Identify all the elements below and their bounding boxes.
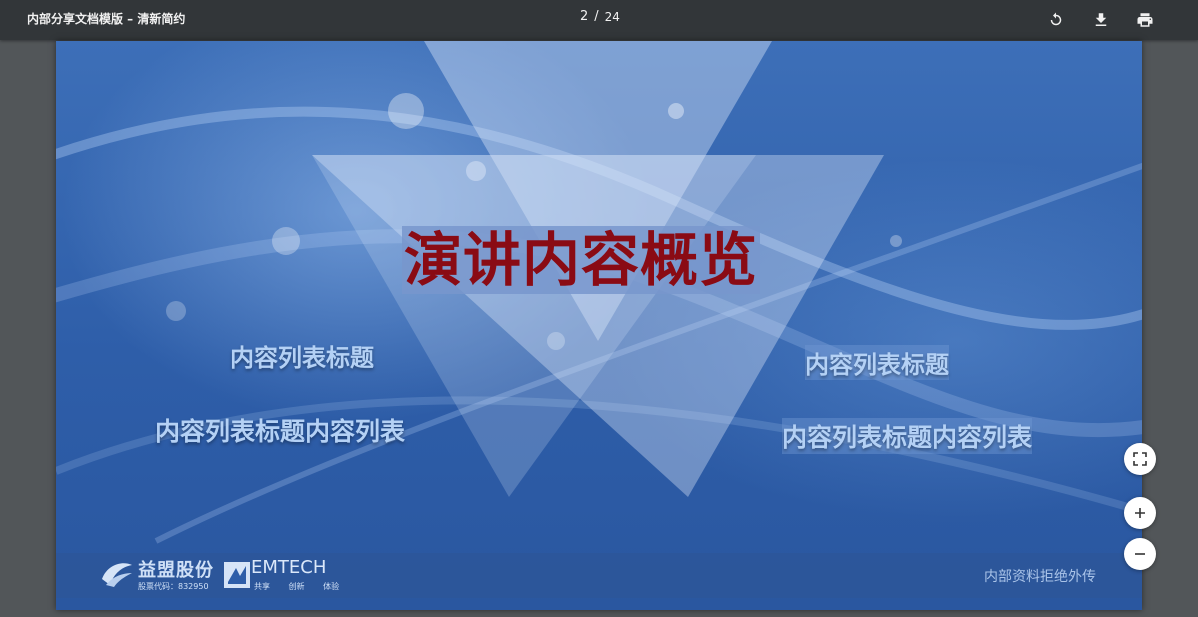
rotate-icon: [1050, 12, 1062, 26]
download-button[interactable]: [1087, 6, 1115, 34]
list-item-text-right: 内容列表标题内容列表: [782, 418, 1033, 454]
pdf-page: 演讲内容概览 内容列表标题 内容列表标题 内容列表标题内容列表 内容列表标题内容…: [56, 41, 1142, 610]
slide-heading: 演讲内容概览: [402, 226, 761, 294]
list-item-title-right: 内容列表标题: [805, 345, 949, 380]
zoom-in-icon: [1135, 508, 1145, 518]
page-indicator: 2 / 24: [580, 9, 620, 24]
document-title: 内部分享文档模版 – 清新简约: [27, 12, 186, 26]
stock-code: 股票代码：832950: [138, 582, 209, 591]
page-separator: /: [594, 9, 599, 24]
list-item-title-left: 内容列表标题: [230, 344, 374, 372]
pdf-toolbar: 内部分享文档模版 – 清新简约 2 / 24: [0, 0, 1198, 40]
emtech-tagline: 共享 创新 体验: [254, 582, 340, 591]
fit-page-icon: [1133, 452, 1147, 466]
slide-footer: [56, 553, 1142, 598]
list-item-text-left: 内容列表标题内容列表: [155, 417, 406, 446]
current-page[interactable]: 2: [580, 9, 588, 24]
total-pages: 24: [604, 9, 620, 24]
zoom-in-button[interactable]: [1124, 497, 1156, 529]
zoom-out-button[interactable]: [1124, 538, 1156, 570]
confidential-notice: 内部资料拒绝外传: [984, 569, 1096, 585]
fit-page-button[interactable]: [1124, 443, 1156, 475]
print-button[interactable]: [1131, 6, 1159, 34]
yimeng-logo-icon: [102, 563, 132, 587]
emtech-brand-name: EMTECH: [251, 557, 327, 578]
zoom-out-icon: [1135, 553, 1145, 555]
rotate-button[interactable]: [1042, 6, 1070, 34]
download-icon: [1095, 13, 1107, 26]
emtech-logo-icon: [224, 562, 250, 588]
slide-background-graphic: [56, 41, 1142, 544]
company-name-logo: 益盟股份: [138, 560, 214, 581]
print-icon: [1137, 13, 1153, 27]
